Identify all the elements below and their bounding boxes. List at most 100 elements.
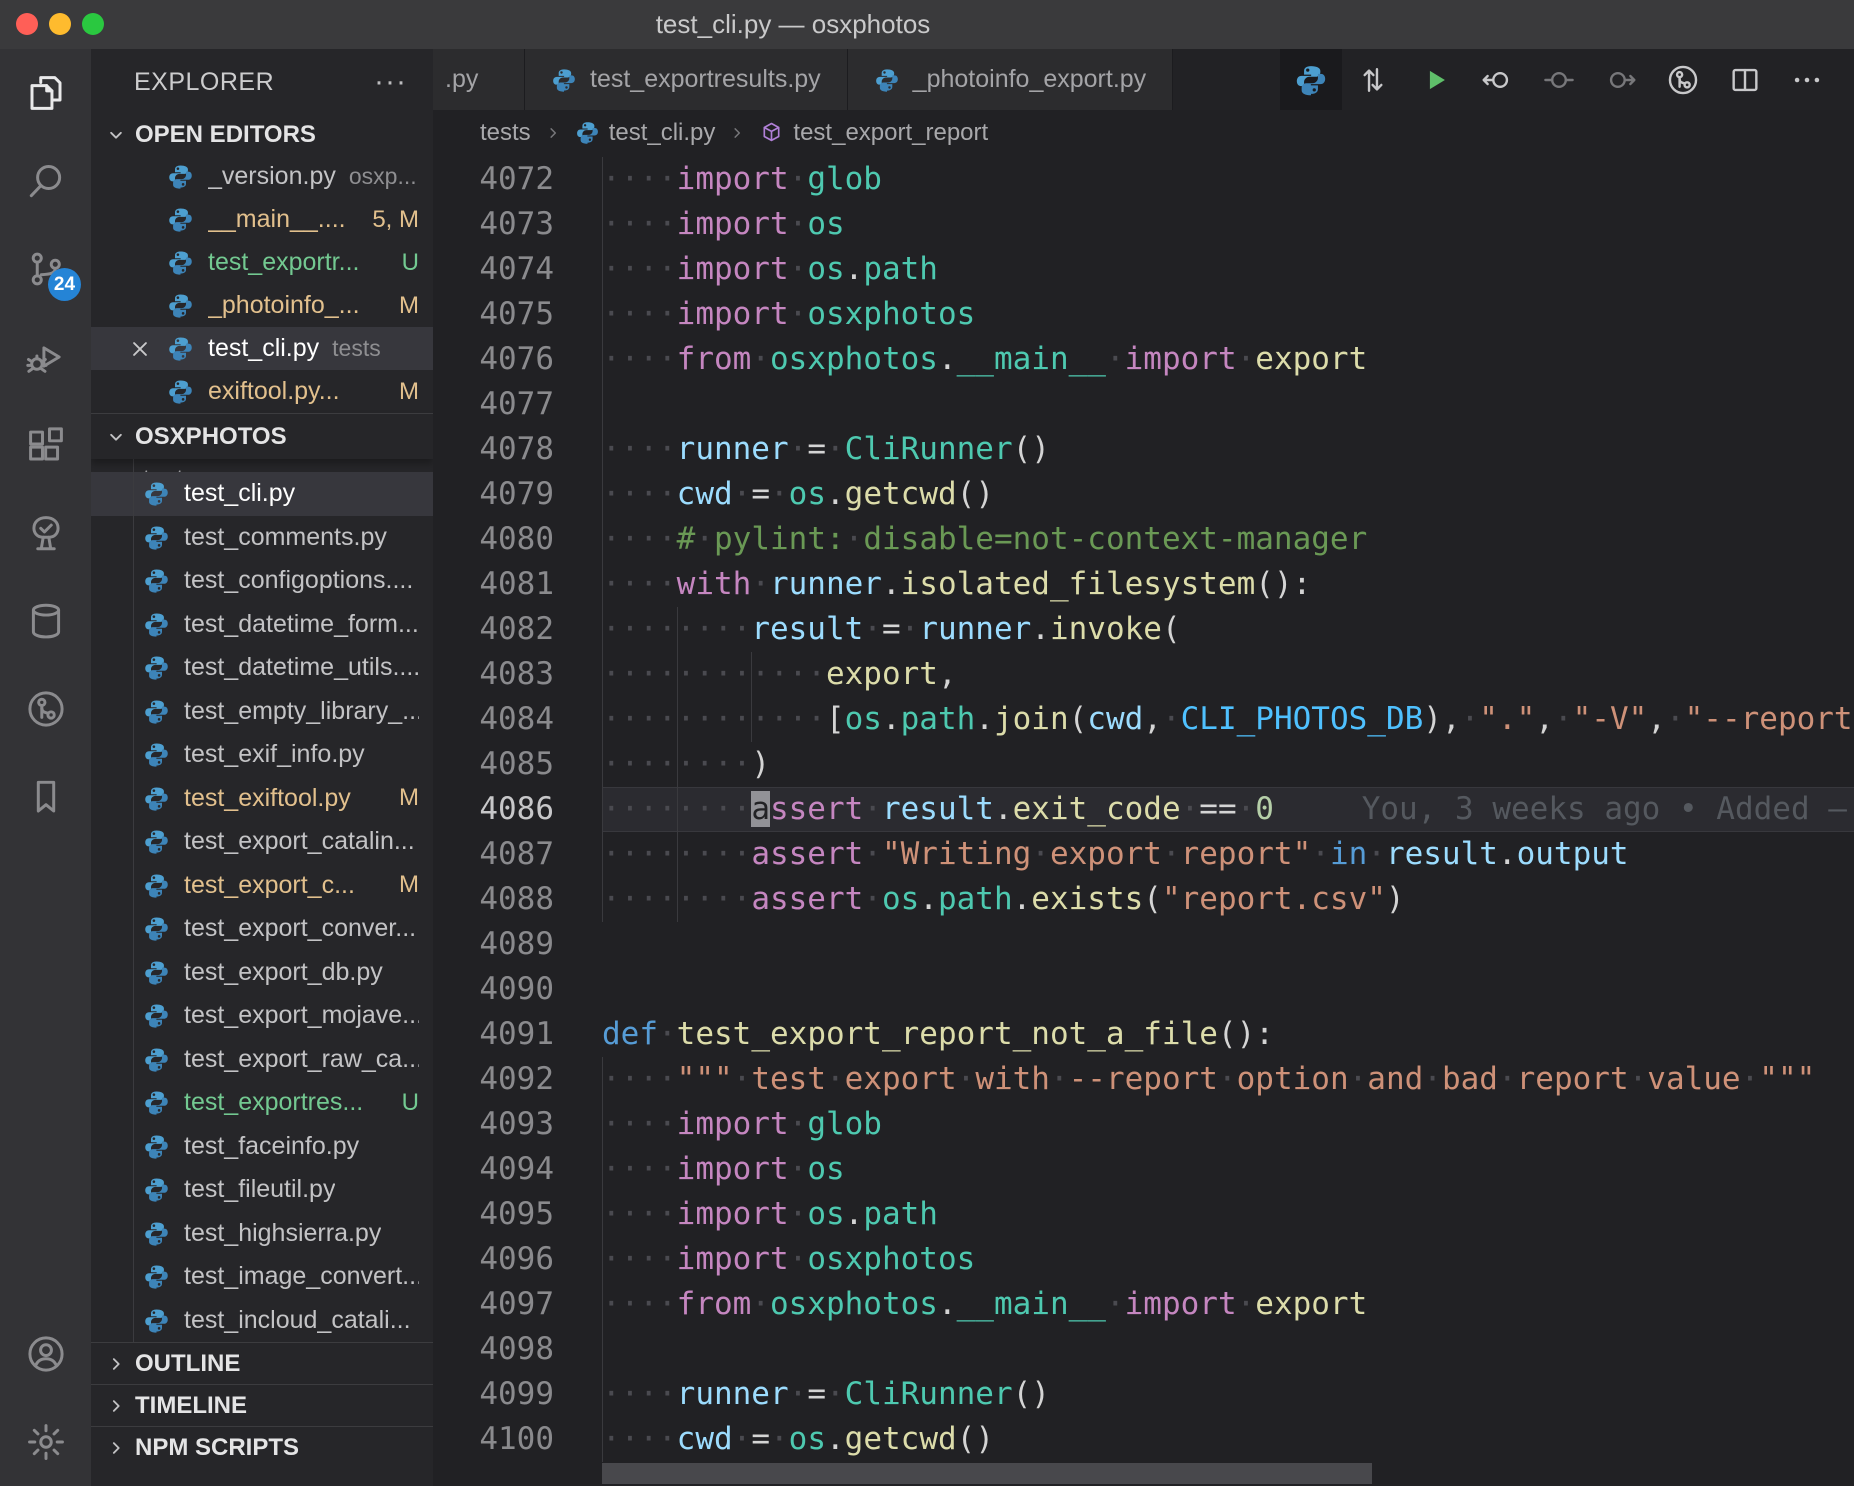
open-editor-item[interactable]: _photoinfo_... M xyxy=(91,284,433,327)
code-editor[interactable]: 4072 ····import·glob 4073 ····import·os … xyxy=(433,155,1854,1486)
section-npm-scripts[interactable]: NPM SCRIPTS xyxy=(91,1426,433,1468)
run-python-file-button[interactable] xyxy=(1404,49,1466,110)
tree-item[interactable]: test_export_db.py xyxy=(91,951,433,995)
code-line-4087[interactable]: 4087 ········assert·"Writing·export·repo… xyxy=(433,832,1854,877)
open-editor-item[interactable]: __main__.... 5, M xyxy=(91,198,433,241)
editor-tab[interactable]: test_exportresults.py xyxy=(525,49,848,110)
project-header[interactable]: OSXPHOTOS xyxy=(91,413,433,459)
line-number[interactable]: 4078 xyxy=(433,427,602,472)
code-line-4091[interactable]: 4091 def·test_export_report_not_a_file()… xyxy=(433,1012,1854,1057)
line-number[interactable]: 4085 xyxy=(433,742,602,787)
code-line-4100[interactable]: 4100 ····cwd·=·os.getcwd() xyxy=(433,1417,1854,1462)
code-line-4075[interactable]: 4075 ····import·osxphotos xyxy=(433,292,1854,337)
close-window-button[interactable] xyxy=(16,13,38,35)
code-line-4090[interactable]: 4090 xyxy=(433,967,1854,1012)
line-number[interactable]: 4090 xyxy=(433,967,602,1012)
tree-item[interactable]: test_datetime_utils.... xyxy=(91,646,433,690)
activity-item-search[interactable] xyxy=(0,137,91,225)
code-line-4096[interactable]: 4096 ····import·osxphotos xyxy=(433,1237,1854,1282)
tree-item[interactable]: test_image_convert... xyxy=(91,1255,433,1299)
tree-item[interactable]: test_exportres... U xyxy=(91,1081,433,1125)
code-line-4092[interactable]: 4092 ····"""·test·export·with·--report·o… xyxy=(433,1057,1854,1102)
line-number[interactable]: 4077 xyxy=(433,382,602,427)
tree-item[interactable]: test_datetime_form... xyxy=(91,603,433,647)
line-number[interactable]: 4075 xyxy=(433,292,602,337)
line-number[interactable]: 4073 xyxy=(433,202,602,247)
tree-item[interactable]: test_faceinfo.py xyxy=(91,1125,433,1169)
activity-item-extensions[interactable] xyxy=(0,401,91,489)
line-number[interactable]: 4081 xyxy=(433,562,602,607)
code-line-4098[interactable]: 4098 xyxy=(433,1327,1854,1372)
section-outline[interactable]: OUTLINE xyxy=(91,1342,433,1384)
line-number[interactable]: 4082 xyxy=(433,607,602,652)
section-timeline[interactable]: TIMELINE xyxy=(91,1384,433,1426)
code-line-4095[interactable]: 4095 ····import·os.path xyxy=(433,1192,1854,1237)
code-line-4077[interactable]: 4077 xyxy=(433,382,1854,427)
line-number[interactable]: 4097 xyxy=(433,1282,602,1327)
activity-item-testing[interactable] xyxy=(0,489,91,577)
activity-item-run-and-debug[interactable] xyxy=(0,313,91,401)
code-line-4088[interactable]: 4088 ········assert·os.path.exists("repo… xyxy=(433,877,1854,922)
tree-item[interactable]: test_... xyxy=(91,459,433,472)
activity-item-git-graph[interactable] xyxy=(0,665,91,753)
code-line-4082[interactable]: 4082 ········result·=·runner.invoke( xyxy=(433,607,1854,652)
editor-tab[interactable]: _photoinfo_export.py xyxy=(848,49,1174,110)
editor-tab[interactable]: .py xyxy=(433,49,525,110)
split-editor-button[interactable] xyxy=(1714,49,1776,110)
more-actions-button[interactable] xyxy=(1776,49,1838,110)
activity-item-database[interactable] xyxy=(0,577,91,665)
code-line-4079[interactable]: 4079 ····cwd·=·os.getcwd() xyxy=(433,472,1854,517)
open-editors-header[interactable]: OPEN EDITORS xyxy=(91,115,433,155)
line-number[interactable]: 4094 xyxy=(433,1147,602,1192)
breadcrumb-item[interactable]: test_export_report xyxy=(759,119,988,147)
code-line-4099[interactable]: 4099 ····runner·=·CliRunner() xyxy=(433,1372,1854,1417)
step-into-button[interactable] xyxy=(1590,49,1652,110)
open-editor-item[interactable]: test_exportr... U xyxy=(91,241,433,284)
tree-item[interactable]: test_exif_info.py xyxy=(91,733,433,777)
line-number[interactable]: 4086 xyxy=(433,787,602,832)
line-number[interactable]: 4074 xyxy=(433,247,602,292)
open-changes-button[interactable] xyxy=(1342,49,1404,110)
tree-item[interactable]: test_fileutil.py xyxy=(91,1168,433,1212)
git-graph-button[interactable] xyxy=(1652,49,1714,110)
explorer-more-actions-button[interactable]: ··· xyxy=(374,72,407,92)
code-line-4074[interactable]: 4074 ····import·os.path xyxy=(433,247,1854,292)
maximize-window-button[interactable] xyxy=(82,13,104,35)
tree-item[interactable]: test_configoptions.... xyxy=(91,559,433,603)
code-line-4072[interactable]: 4072 ····import·glob xyxy=(433,157,1854,202)
tree-item[interactable]: test_cli.py xyxy=(91,472,433,516)
tree-item[interactable]: test_incloud_catali... xyxy=(91,1299,433,1343)
horizontal-scrollbar[interactable] xyxy=(602,1463,1372,1484)
tree-item[interactable]: test_export_mojave... xyxy=(91,994,433,1038)
tree-item[interactable]: test_export_c... M xyxy=(91,864,433,908)
open-editor-item[interactable]: exiftool.py... M xyxy=(91,370,433,413)
line-number[interactable]: 4076 xyxy=(433,337,602,382)
activity-item-source-control[interactable]: 24 xyxy=(0,225,91,313)
line-number[interactable]: 4072 xyxy=(433,157,602,202)
close-icon[interactable] xyxy=(127,336,153,362)
minimize-window-button[interactable] xyxy=(49,13,71,35)
code-line-4085[interactable]: 4085 ········) xyxy=(433,742,1854,787)
tree-item[interactable]: test_exiftool.py M xyxy=(91,777,433,821)
code-line-4080[interactable]: 4080 ····#·pylint:·disable=not-context-m… xyxy=(433,517,1854,562)
code-line-4078[interactable]: 4078 ····runner·=·CliRunner() xyxy=(433,427,1854,472)
code-line-4094[interactable]: 4094 ····import·os xyxy=(433,1147,1854,1192)
line-number[interactable]: 4091 xyxy=(433,1012,602,1057)
tree-item[interactable]: test_export_catalin... xyxy=(91,820,433,864)
tree-item[interactable]: test_highsierra.py xyxy=(91,1212,433,1256)
breadcrumb-item[interactable]: test_cli.py xyxy=(575,119,716,147)
code-line-4093[interactable]: 4093 ····import·glob xyxy=(433,1102,1854,1147)
code-line-4089[interactable]: 4089 xyxy=(433,922,1854,967)
code-line-4081[interactable]: 4081 ····with·runner.isolated_filesystem… xyxy=(433,562,1854,607)
activity-item-explorer[interactable] xyxy=(0,49,91,137)
line-number[interactable]: 4084 xyxy=(433,697,602,742)
line-number[interactable]: 4092 xyxy=(433,1057,602,1102)
line-number[interactable]: 4093 xyxy=(433,1102,602,1147)
code-line-4086[interactable]: 4086 ········assert·result.exit_code·==·… xyxy=(433,787,1854,832)
open-editor-item[interactable]: test_cli.py tests xyxy=(91,327,433,370)
line-number[interactable]: 4079 xyxy=(433,472,602,517)
line-number[interactable]: 4080 xyxy=(433,517,602,562)
activity-item-account[interactable] xyxy=(0,1310,91,1398)
tree-item[interactable]: test_empty_library_... xyxy=(91,690,433,734)
code-line-4084[interactable]: 4084 ············[os.path.join(cwd,·CLI_… xyxy=(433,697,1854,742)
